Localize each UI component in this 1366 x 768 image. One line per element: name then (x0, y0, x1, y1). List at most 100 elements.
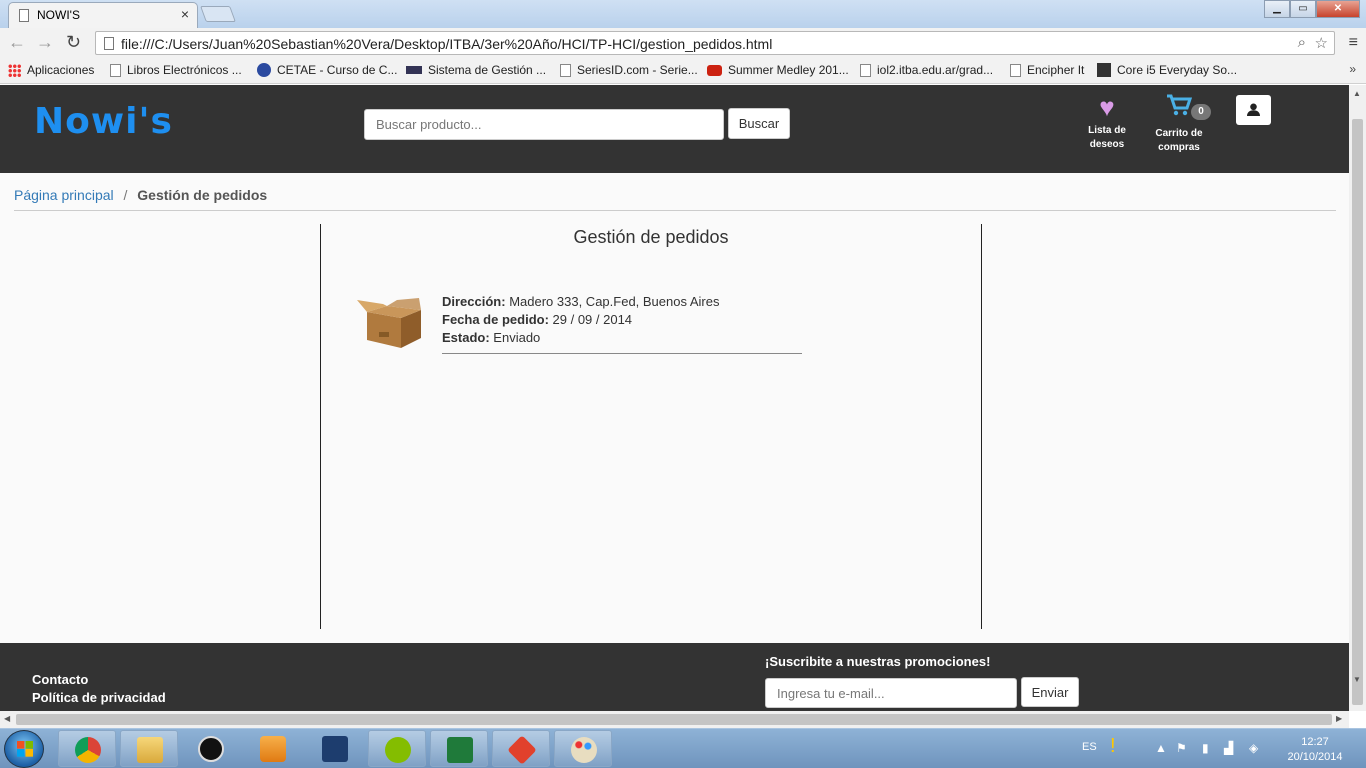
hp-icon (198, 736, 224, 762)
dropbox-icon[interactable]: ◈ (1249, 741, 1258, 755)
cart-count-badge: 0 (1191, 104, 1211, 120)
taskbar-git[interactable] (492, 730, 550, 767)
back-icon[interactable]: ← (8, 32, 26, 53)
maximize-button[interactable]: ▭ (1290, 0, 1316, 18)
minimize-button[interactable]: ▁ (1264, 0, 1290, 18)
file-explorer-icon (137, 737, 163, 763)
user-account-button[interactable] (1236, 95, 1271, 125)
order-item[interactable]: Dirección: Madero 333, Cap.Fed, Buenos A… (442, 293, 802, 354)
vertical-scroll-thumb[interactable] (1352, 119, 1363, 705)
breadcrumb-home-link[interactable]: Página principal (14, 187, 114, 203)
bookmarks-bar: Aplicaciones Libros Electrónicos ... CET… (0, 58, 1366, 84)
search-input[interactable] (364, 109, 724, 140)
package-box-icon (357, 298, 421, 348)
core-icon (1097, 63, 1111, 77)
cart-link[interactable]: 0 Carrito de compras (1144, 93, 1214, 155)
order-address: Madero 333, Cap.Fed, Buenos Aires (509, 294, 720, 309)
breadcrumb-divider (14, 210, 1336, 211)
scroll-right-icon[interactable]: ▶ (1336, 714, 1342, 723)
window-controls: ▁ ▭ ✕ (1264, 0, 1360, 18)
show-hidden-icons-icon[interactable]: ▲ (1155, 741, 1167, 755)
reload-icon[interactable]: ↻ (66, 32, 81, 53)
bookmark-item[interactable]: Sistema de Gestión ... (406, 63, 546, 77)
horizontal-scrollbar[interactable]: ◀ ▶ (0, 711, 1349, 728)
close-window-button[interactable]: ✕ (1316, 0, 1360, 18)
search-button[interactable]: Buscar (728, 108, 790, 139)
order-date-row: Fecha de pedido: 29 / 09 / 2014 (442, 312, 633, 327)
bookmark-item[interactable]: SeriesID.com - Serie... (560, 63, 698, 77)
breadcrumb-current: Gestión de pedidos (137, 187, 268, 203)
order-status: Enviado (493, 330, 541, 345)
bookmark-item[interactable]: Aplicaciones (8, 63, 94, 77)
page-icon (104, 37, 114, 50)
privacy-policy-link[interactable]: Política de privacidad (32, 690, 166, 705)
taskbar-paint[interactable] (554, 730, 612, 767)
system-clock[interactable]: 12:27 20/10/2014 (1280, 735, 1350, 765)
taskbar-excel[interactable] (430, 730, 488, 767)
taskbar-hp[interactable] (182, 730, 240, 767)
contact-link[interactable]: Contacto (32, 672, 88, 687)
language-indicator[interactable]: ES (1082, 741, 1097, 753)
email-input[interactable] (765, 678, 1017, 708)
site-footer: Contacto Política de privacidad ¡Suscrib… (0, 643, 1349, 711)
heart-icon: ♥ (1099, 92, 1115, 122)
start-button[interactable] (4, 730, 44, 768)
order-status-row: Estado: Enviado (442, 330, 541, 345)
taskbar-task-app[interactable] (306, 730, 364, 767)
network-signal-icon[interactable]: ▟ (1224, 741, 1233, 755)
order-address-row: Dirección: Madero 333, Cap.Fed, Buenos A… (442, 294, 720, 309)
cart-icon: 0 (1144, 93, 1214, 124)
horizontal-scroll-thumb[interactable] (16, 714, 1332, 725)
site-logo[interactable]: Nowi's (34, 101, 173, 142)
order-date: 29 / 09 / 2014 (552, 312, 633, 327)
page-icon (1010, 63, 1021, 77)
vertical-scrollbar[interactable]: ▲ ▼ (1349, 85, 1366, 711)
paint-icon (571, 737, 597, 763)
bookmarks-overflow-icon[interactable]: » (1349, 62, 1356, 76)
scroll-left-icon[interactable]: ◀ (4, 714, 10, 723)
wishlist-label: Lista de deseos (1088, 125, 1126, 150)
clock-time: 12:27 (1301, 736, 1329, 748)
taskbar-file-explorer[interactable] (120, 730, 178, 767)
wishlist-link[interactable]: ♥ Lista de deseos (1072, 93, 1142, 152)
bookmark-star-icon[interactable]: ☆ (1315, 34, 1328, 52)
page-icon (19, 9, 29, 22)
tab-title: NOWI'S (37, 8, 80, 22)
url-text[interactable]: file:///C:/Users/Juan%20Sebastian%20Vera… (121, 36, 772, 52)
bookmark-item[interactable]: iol2.itba.edu.ar/grad... (860, 63, 993, 77)
taskbar-chrome[interactable] (58, 730, 116, 767)
new-tab-button[interactable] (200, 6, 236, 22)
bookmark-item[interactable]: CETAE - Curso de C... (257, 63, 397, 77)
send-button[interactable]: Enviar (1021, 677, 1079, 707)
windows-taskbar: ES ! ▲ ⚑ ▮ ▟ ◈ 12:27 20/10/2014 (0, 728, 1366, 768)
excel-icon (447, 737, 473, 763)
apps-icon (8, 63, 21, 77)
media-player-icon (260, 736, 286, 762)
browser-titlebar: NOWI'S × ▁ ▭ ✕ (0, 0, 1366, 28)
sistema-icon (406, 66, 422, 74)
git-icon (507, 735, 537, 765)
address-bar[interactable]: file:///C:/Users/Juan%20Sebastian%20Vera… (95, 31, 1335, 55)
scroll-up-icon[interactable]: ▲ (1353, 89, 1361, 98)
forward-icon[interactable]: → (36, 32, 54, 53)
zoom-icon[interactable]: ⌕ (1298, 34, 1306, 51)
taskbar-media-player[interactable] (244, 730, 302, 767)
spotify-icon (385, 737, 411, 763)
bookmark-item[interactable]: Encipher It (1010, 63, 1084, 77)
bookmark-item[interactable]: Summer Medley 201... (707, 63, 849, 77)
scroll-down-icon[interactable]: ▼ (1353, 675, 1361, 684)
chrome-menu-icon[interactable]: ≡ (1349, 34, 1358, 52)
bookmark-item[interactable]: Libros Electrónicos ... (110, 63, 242, 77)
warning-icon[interactable]: ! (1110, 735, 1116, 758)
orders-panel: Gestión de pedidos Dirección: Madero 333… (320, 224, 982, 629)
cetae-icon (257, 63, 271, 77)
cart-label: Carrito de compras (1155, 128, 1203, 153)
browser-tab[interactable]: NOWI'S × (8, 2, 198, 28)
page-title: Gestión de pedidos (573, 227, 729, 247)
action-center-flag-icon[interactable]: ⚑ (1176, 741, 1187, 755)
battery-icon[interactable]: ▮ (1202, 741, 1209, 755)
breadcrumb-separator: / (123, 187, 128, 203)
taskbar-spotify[interactable] (368, 730, 426, 767)
bookmark-item[interactable]: Core i5 Everyday So... (1097, 63, 1237, 77)
tab-close-icon[interactable]: × (181, 6, 189, 22)
